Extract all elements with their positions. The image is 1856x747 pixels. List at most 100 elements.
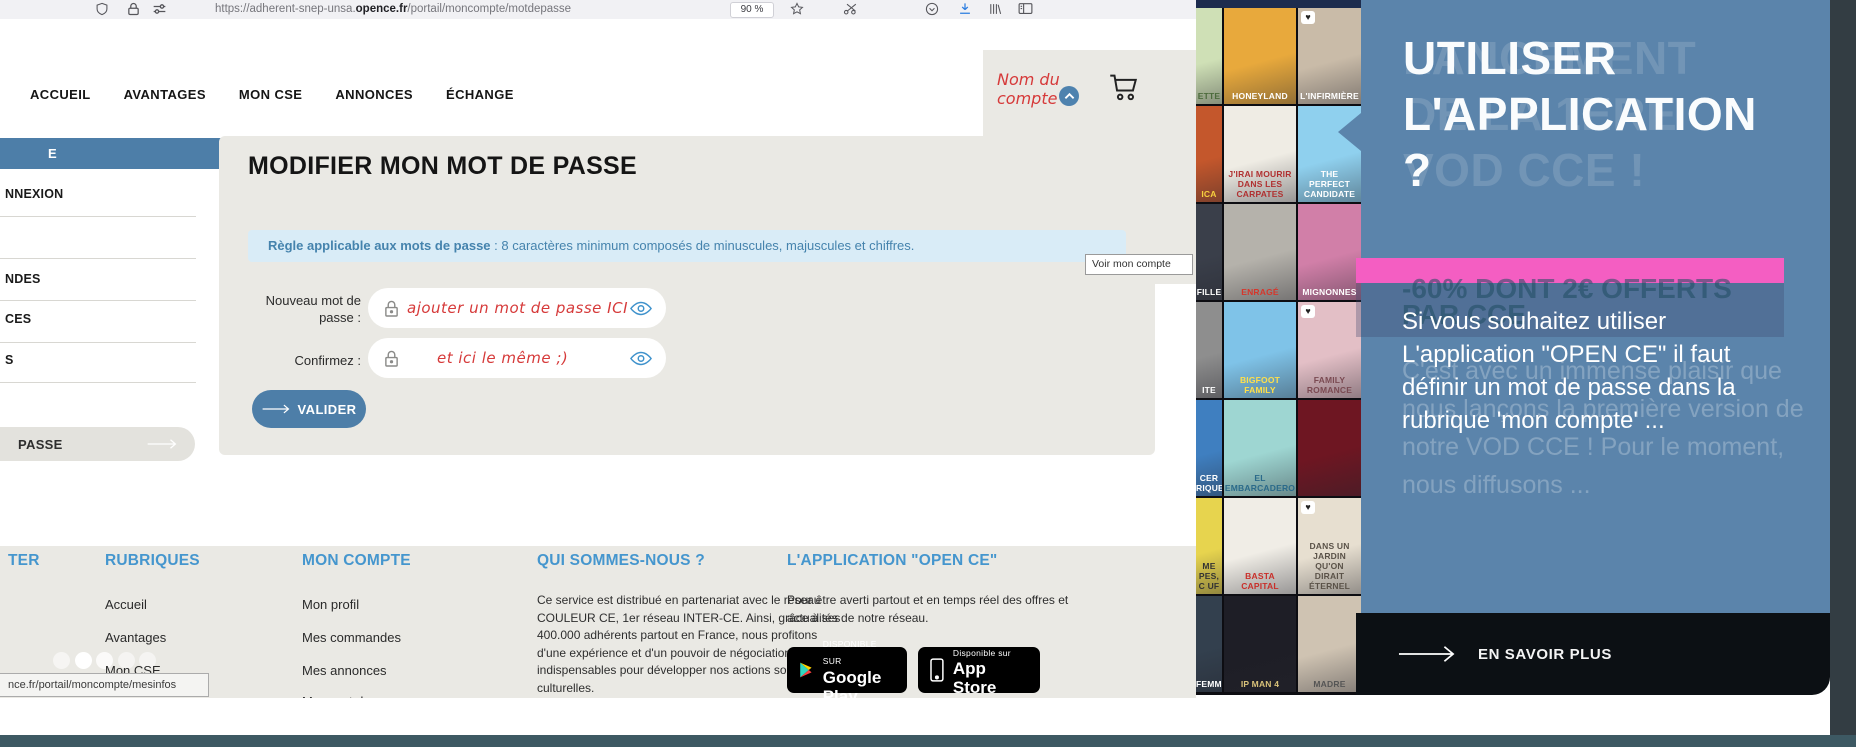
sidebar-item-connexion[interactable]: NNEXION — [5, 187, 63, 201]
movie-poster[interactable]: ENRAGÉ — [1224, 204, 1296, 300]
poster-title: L'INFIRMIÈRE — [1300, 91, 1359, 101]
confirm-password-annotation: et ici le même ;) — [437, 349, 569, 367]
poster-title: BASTA CAPITAL — [1241, 571, 1279, 591]
poster-title: CER RIQUE — [1196, 473, 1222, 493]
movie-poster[interactable]: BASTA CAPITAL — [1224, 498, 1296, 594]
nav-item-accueil[interactable]: ACCUEIL — [30, 87, 91, 102]
hover-tooltip: Voir mon compte — [1085, 254, 1193, 275]
movie-poster[interactable]: MIGNONNES — [1298, 204, 1361, 300]
poster-title: IP MAN 4 — [1240, 679, 1280, 689]
movie-poster[interactable]: BIGFOOT FAMILY — [1224, 302, 1296, 398]
divider — [0, 300, 196, 301]
chevron-up-icon[interactable] — [1059, 86, 1079, 106]
arrow-right-icon — [1398, 646, 1455, 662]
divider — [0, 216, 196, 217]
poster-title: madre — [1313, 679, 1346, 689]
sidebar-item-infos[interactable]: S — [5, 353, 14, 367]
favorite-heart-icon[interactable]: ♥ — [1301, 501, 1315, 514]
movie-poster[interactable]: CER RIQUE — [1196, 400, 1222, 496]
eye-icon[interactable] — [630, 301, 652, 316]
poster-panel-header — [1196, 0, 1361, 8]
nav-item-annonces[interactable]: ANNONCES — [335, 87, 413, 102]
url-bar[interactable]: https://adherent-snep-unsa.opence.fr/por… — [215, 3, 571, 15]
movie-poster[interactable]: FAMILY ROMANCE ♥ — [1298, 302, 1361, 398]
vod-poster-panel: ette HONEYLAND L'INFIRMIÈRE ♥ ICA J'irai mour… — [1196, 0, 1361, 695]
footer-contact-fragment[interactable]: TER — [8, 552, 40, 570]
lock-icon — [384, 299, 399, 318]
favorite-heart-icon[interactable]: ♥ — [1301, 305, 1315, 318]
carousel-dot-2[interactable] — [74, 652, 92, 669]
bookmark-star-icon[interactable] — [790, 2, 804, 16]
footer-link-mes-annonces[interactable]: Mes annonces — [302, 663, 387, 678]
account-name-label[interactable]: Nom du compte — [997, 70, 1060, 108]
en-savoir-plus-button[interactable]: EN SAVOIR PLUS — [1356, 613, 1830, 695]
poster-title: ICA — [1201, 189, 1217, 199]
sidebar-item-commandes[interactable]: NDES — [5, 272, 41, 286]
movie-poster[interactable]: EL EMBARCADERO — [1224, 400, 1296, 496]
arrow-right-icon — [147, 439, 177, 449]
footer-col-mon-compte: MON COMPTE — [302, 552, 411, 569]
footer-col-qui-sommes-nous: QUI SOMMES-NOUS ? — [537, 552, 705, 569]
poster-title: BIGFOOT FAMILY — [1239, 375, 1281, 395]
lock-icon[interactable] — [127, 2, 140, 16]
confirm-password-input[interactable]: et ici le même ;) — [368, 338, 666, 378]
footer-link-mon-profil[interactable]: Mon profil — [302, 597, 359, 612]
poster-title: EL EMBARCADERO — [1224, 473, 1296, 493]
favorite-heart-icon[interactable]: ♥ — [1301, 11, 1315, 24]
screenshot-icon[interactable] — [843, 2, 859, 16]
footer-app-text: Pour être averti partout et en temps rée… — [787, 593, 1069, 625]
movie-poster[interactable]: FEMME — [1196, 596, 1222, 692]
google-play-badge[interactable]: DISPONIBLE SUR Google Play — [787, 639, 907, 698]
footer-link-accueil[interactable]: Accueil — [105, 597, 147, 612]
sidebar-toggle-icon[interactable] — [1018, 2, 1033, 15]
library-icon[interactable] — [988, 2, 1002, 16]
poster-title: HONEYLAND — [1232, 91, 1288, 101]
app-store-badge[interactable]: Disponible sur App Store — [918, 647, 1040, 697]
movie-poster[interactable]: L'INFIRMIÈRE ♥ — [1298, 8, 1361, 104]
movie-poster[interactable]: HONEYLAND — [1224, 8, 1296, 104]
browser-toolbar: https://adherent-snep-unsa.opence.fr/por… — [0, 0, 1196, 20]
download-icon[interactable] — [958, 2, 972, 16]
divider — [0, 342, 196, 343]
nav-item-avantages[interactable]: AVANTAGES — [124, 87, 206, 102]
footer-col-application: L'APPLICATION "OPEN CE" — [787, 552, 998, 569]
carousel-dot-1[interactable] — [53, 652, 70, 669]
main-nav: ACCUEIL AVANTAGES MON CSE ANNONCES ÉCHAN… — [30, 87, 514, 102]
movie-poster[interactable]: DANS UN JARDIN QU'ON DIRAIT ÉTERNEL ♥ — [1298, 498, 1361, 594]
password-rule-banner: Règle applicable aux mots de passe : 8 c… — [248, 230, 1126, 262]
page-title: MODIFIER MON MOT DE PASSE — [248, 152, 637, 180]
nav-item-mon-cse[interactable]: MON CSE — [239, 87, 302, 102]
poster-grid: ette HONEYLAND L'INFIRMIÈRE ♥ ICA J'irai mour… — [1196, 8, 1361, 692]
eye-icon[interactable] — [630, 351, 652, 366]
zoom-level[interactable]: 90 % — [730, 2, 774, 18]
movie-poster[interactable]: J'irai mourir dans les Carpates — [1224, 106, 1296, 202]
pocket-icon[interactable] — [925, 2, 939, 16]
footer-link-avantages[interactable]: Avantages — [105, 630, 166, 645]
confirm-password-label: Confirmez : — [294, 353, 361, 368]
movie-poster[interactable]: IP MAN 4 — [1224, 596, 1296, 692]
movie-poster[interactable]: ette — [1196, 8, 1222, 104]
movie-poster[interactable]: Fille — [1196, 204, 1222, 300]
sidebar-item-annonces[interactable]: CES — [5, 312, 31, 326]
footer-link-mot-de-passe[interactable]: Mon mot de passe — [302, 694, 409, 698]
valider-button[interactable]: VALIDER — [252, 390, 366, 428]
nav-item-echange[interactable]: ÉCHANGE — [446, 87, 514, 102]
new-password-input[interactable]: ajouter un mot de passe ICI — [368, 288, 666, 328]
movie-poster[interactable]: madre — [1298, 596, 1361, 692]
movie-poster[interactable]: ITE — [1196, 302, 1222, 398]
cart-icon[interactable] — [1105, 70, 1141, 104]
divider — [0, 382, 196, 383]
lock-icon — [384, 349, 399, 368]
footer-link-mes-commandes[interactable]: Mes commandes — [302, 630, 401, 645]
permissions-icon[interactable] — [152, 2, 167, 16]
movie-poster[interactable] — [1298, 400, 1361, 496]
sidebar-item-mot-de-passe[interactable]: PASSE — [0, 427, 195, 461]
poster-title: Fille — [1196, 287, 1222, 297]
portal-page: ACCUEIL AVANTAGES MON CSE ANNONCES ÉCHAN… — [0, 19, 1196, 698]
poster-title: J'irai mourir dans les Carpates — [1228, 169, 1292, 199]
screenshot-root: https://adherent-snep-unsa.opence.fr/por… — [0, 0, 1856, 747]
movie-poster[interactable]: ICA — [1196, 106, 1222, 202]
status-bar-link-preview: nce.fr/portail/moncompte/mesinfos — [0, 673, 209, 697]
movie-poster[interactable]: ME PES, C UF — [1196, 498, 1222, 594]
shield-icon[interactable] — [95, 2, 109, 16]
